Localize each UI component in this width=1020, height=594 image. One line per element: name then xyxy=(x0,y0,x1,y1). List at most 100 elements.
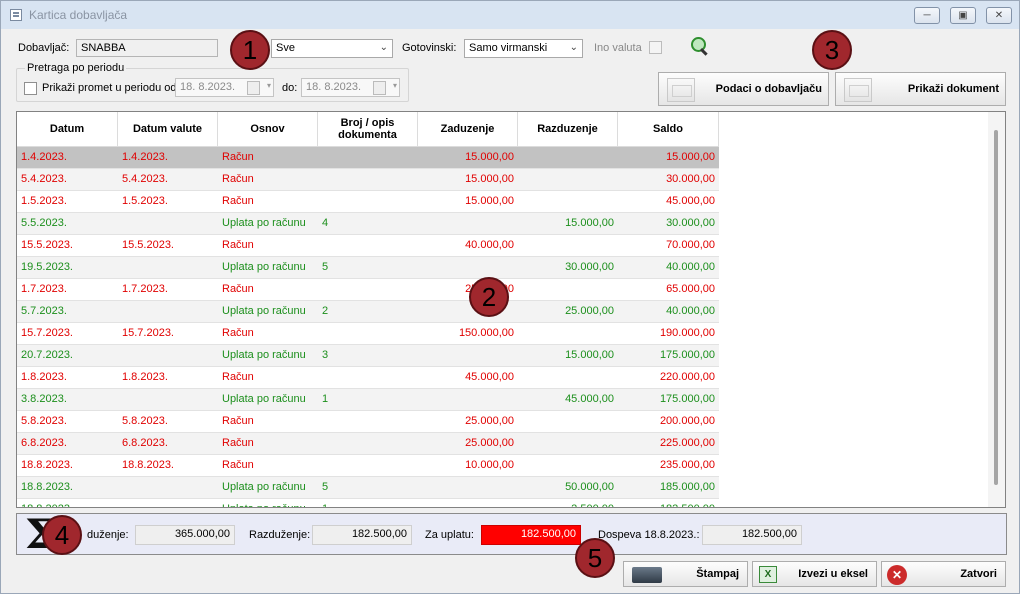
print-label: Štampaj xyxy=(696,568,739,580)
cell-datum: 18.8.2023. xyxy=(21,481,73,493)
window-title: Kartica dobavljača xyxy=(29,8,128,22)
cell-osnov: Račun xyxy=(222,437,254,449)
column-header-zaduzenje[interactable]: Zaduzenje xyxy=(418,112,518,147)
document-icon xyxy=(667,78,695,102)
cell-osnov: Račun xyxy=(222,327,254,339)
date-from-picker[interactable]: 18. 8.2023. ▾ xyxy=(175,78,274,97)
column-header-razduzenje[interactable]: Razduzenje xyxy=(518,112,618,147)
table-row[interactable]: 5.4.2023. 5.4.2023. Račun 15.000,00 30.000,0… xyxy=(17,169,719,191)
cell-datum: 19.5.2023. xyxy=(21,261,73,273)
close-button[interactable]: ✕ Zatvori xyxy=(881,561,1006,587)
table-row[interactable]: 20.7.2023. Uplata po računu 3 15.000,00 175.… xyxy=(17,345,719,367)
cell-saldo: 65.000,00 xyxy=(666,283,715,295)
close-icon: ✕ xyxy=(887,565,907,585)
supplier-card-window: Kartica dobavljača ─ ▣ ✕ Dobavljač: SNAB… xyxy=(0,0,1020,594)
date-to-label: do: xyxy=(282,82,298,94)
cell-osnov: Uplata po računu xyxy=(222,305,306,317)
cell-saldo: 182.500,00 xyxy=(618,499,719,507)
cell-valuta: 1.4.2023. xyxy=(122,151,168,163)
date-to-value: 18. 8.2023. xyxy=(306,81,362,93)
column-header-broj[interactable]: Broj / opis dokumenta xyxy=(318,112,418,147)
printer-icon xyxy=(632,567,662,583)
table-row[interactable]: 1.5.2023. 1.5.2023. Račun 15.000,00 45.000,0… xyxy=(17,191,719,213)
supplier-field[interactable]: SNABBA xyxy=(76,39,218,57)
date-to-picker[interactable]: 18. 8.2023. ▾ xyxy=(301,78,400,97)
cell-saldo: 235.000,00 xyxy=(659,459,715,471)
column-header-osnov[interactable]: Osnov xyxy=(218,112,318,147)
cell-zaduzenje: 15.000,00 xyxy=(465,173,514,185)
cell-valuta: 1.7.2023. xyxy=(122,283,168,295)
cash-select[interactable]: Samo virmanski ⌄ xyxy=(464,39,583,58)
table-row[interactable]: 18.8.2023. Uplata po računu 5 50.000,00 185.… xyxy=(17,477,719,499)
callout-3: 3 xyxy=(812,30,852,70)
cell-zaduzenje: 25.000,00 xyxy=(465,437,514,449)
cell-zaduzenje: 150.000,00 xyxy=(458,327,514,339)
cell-broj xyxy=(318,147,418,168)
table-row[interactable]: 15.7.2023. 15.7.2023. Račun 150.000,00 190.0… xyxy=(17,323,719,345)
date-from-value: 18. 8.2023. xyxy=(180,81,236,93)
cell-razduzenje: 30.000,00 xyxy=(565,261,614,273)
cell-datum: 3.8.2023. xyxy=(21,393,67,405)
cell-valuta: 1.8.2023. xyxy=(122,371,168,383)
cell-broj: 4 xyxy=(322,217,329,229)
table-row[interactable]: 19.5.2023. Uplata po računu 5 30.000,00 40.0… xyxy=(17,257,719,279)
table-row[interactable]: 1.8.2023. 1.8.2023. Račun 45.000,00 220.000,… xyxy=(17,367,719,389)
cell-osnov: Uplata po računu xyxy=(222,481,306,493)
scrollbar-thumb[interactable] xyxy=(994,130,998,485)
table-row[interactable]: 18.8.2023. Uplata po računu1 2.500,00182.5… xyxy=(17,499,719,507)
cell-valuta xyxy=(118,301,218,322)
minimize-button[interactable]: ─ xyxy=(914,7,940,24)
close-label: Zatvori xyxy=(960,568,997,580)
cell-saldo: 175.000,00 xyxy=(659,393,715,405)
cell-razduzenje: 15.000,00 xyxy=(565,349,614,361)
table-row[interactable]: 18.8.2023. 18.8.2023. Račun 10.000,00 235.00… xyxy=(17,455,719,477)
cell-osnov: Uplata po računu xyxy=(222,217,306,229)
column-header-datum-valute[interactable]: Datum valute xyxy=(118,112,218,147)
supplier-data-button[interactable]: Podaci o dobavljaču xyxy=(658,72,829,106)
cell-saldo: 30.000,00 xyxy=(666,173,715,185)
table-row[interactable]: 15.5.2023. 15.5.2023. Račun 40.000,00 70.000… xyxy=(17,235,719,257)
transactions-table[interactable]: Datum Datum valute Osnov Broj / opis dok… xyxy=(16,111,1006,508)
print-button[interactable]: Štampaj xyxy=(623,561,748,587)
close-window-button[interactable]: ✕ xyxy=(986,7,1012,24)
type-select[interactable]: Sve ⌄ xyxy=(271,39,393,58)
cell-zaduzenje xyxy=(418,477,518,498)
credit-total-label: Razduženje: xyxy=(249,529,311,541)
table-row[interactable]: 5.7.2023. Uplata po računu 2 25.000,00 40.00… xyxy=(17,301,719,323)
currency-checkbox[interactable] xyxy=(649,41,662,54)
due-value: 182.500,00 xyxy=(481,525,581,545)
table-row[interactable]: 5.5.2023. Uplata po računu 4 15.000,00 30.00… xyxy=(17,213,719,235)
table-row[interactable]: 1.4.2023. 1.4.2023. Račun 15.000,00 15.000,0… xyxy=(17,147,719,169)
search-icon[interactable] xyxy=(691,37,711,57)
table-row[interactable]: 6.8.2023. 6.8.2023. Račun 25.000,00 225.000,… xyxy=(17,433,719,455)
column-header-saldo[interactable]: Saldo xyxy=(618,112,719,147)
cell-datum: 5.5.2023. xyxy=(21,217,67,229)
chevron-down-icon: ⌄ xyxy=(379,42,388,53)
cell-zaduzenje: 25.000,00 xyxy=(465,415,514,427)
cell-razduzenje xyxy=(518,367,618,388)
cell-broj xyxy=(318,411,418,432)
overdue-value: 182.500,00 xyxy=(702,525,802,545)
window-icon xyxy=(10,9,22,21)
vertical-scrollbar[interactable] xyxy=(988,112,1005,507)
cell-broj xyxy=(318,433,418,454)
cell-datum: 1.4.2023. xyxy=(21,151,67,163)
cell-razduzenje xyxy=(518,169,618,190)
title-bar[interactable]: Kartica dobavljača ─ ▣ ✕ xyxy=(1,1,1019,29)
table-row[interactable]: 5.8.2023. 5.8.2023. Račun 25.000,00 200.000,… xyxy=(17,411,719,433)
cell-saldo: 225.000,00 xyxy=(659,437,715,449)
cell-zaduzenje xyxy=(418,389,518,410)
cell-saldo: 40.000,00 xyxy=(666,261,715,273)
cell-valuta xyxy=(118,499,218,507)
excel-icon: X xyxy=(759,566,777,583)
period-checkbox[interactable] xyxy=(24,82,37,95)
export-excel-button[interactable]: X Izvezi u eksel xyxy=(752,561,877,587)
cell-valuta: 5.8.2023. xyxy=(122,415,168,427)
table-row[interactable]: 3.8.2023. Uplata po računu 1 45.000,00 175.0… xyxy=(17,389,719,411)
column-header-datum[interactable]: Datum xyxy=(17,112,118,147)
cell-osnov: Račun xyxy=(222,283,254,295)
show-document-button[interactable]: Prikaži dokument xyxy=(835,72,1006,106)
table-row[interactable]: 1.7.2023.1.7.2023.Račun25.000,0065.000,0… xyxy=(17,279,719,301)
cell-saldo: 30.000,00 xyxy=(666,217,715,229)
maximize-button[interactable]: ▣ xyxy=(950,7,976,24)
